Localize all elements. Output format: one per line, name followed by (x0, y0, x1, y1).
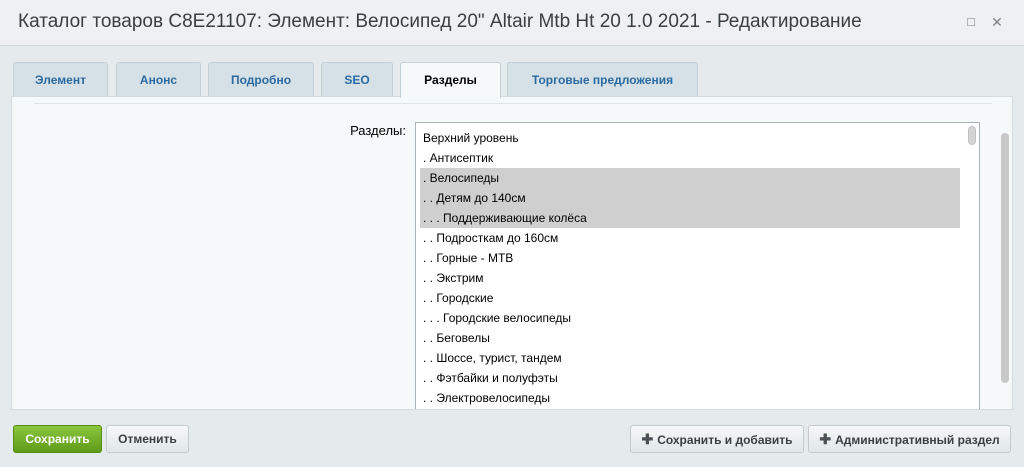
list-item[interactable]: . . Беговелы (420, 328, 960, 348)
list-item[interactable]: Верхний уровень (420, 128, 960, 148)
list-item[interactable]: . Велосипеды (420, 168, 960, 188)
window-titlebar: Каталог товаров C8E21107: Элемент: Велос… (0, 0, 1024, 46)
list-item[interactable]: . . Шоссе, турист, тандем (420, 348, 960, 368)
tab-announce[interactable]: Анонс (116, 62, 201, 97)
window-title: Каталог товаров C8E21107: Элемент: Велос… (18, 11, 862, 32)
footer-bar: Сохранить Отменить ✚ Сохранить и добавить… (0, 410, 1024, 467)
tab-seo[interactable]: SEO (321, 62, 393, 97)
save-and-add-button[interactable]: ✚ Сохранить и добавить (630, 425, 804, 453)
tab-trade-offers[interactable]: Торговые предложения (507, 62, 698, 97)
list-item[interactable]: . . Детям до 140см (420, 188, 960, 208)
admin-section-label: Административный раздел (835, 433, 1000, 447)
maximize-icon[interactable]: □ (963, 14, 979, 30)
sections-label: Разделы: (350, 123, 406, 138)
list-item[interactable]: . . Горные - MTB (420, 248, 960, 268)
list-item[interactable]: . . Фэтбайки и полуфэты (420, 368, 960, 388)
list-item[interactable]: . Антисептик (420, 148, 960, 168)
list-item[interactable]: . . Городские (420, 288, 960, 308)
save-and-add-label: Сохранить и добавить (657, 433, 793, 447)
admin-section-button[interactable]: ✚ Административный раздел (808, 425, 1011, 453)
list-item[interactable]: . . . Городские велосипеды (420, 308, 960, 328)
list-item[interactable]: . . Экстрим (420, 268, 960, 288)
listbox-scrollbar[interactable] (968, 126, 976, 145)
divider (34, 103, 992, 104)
plus-icon: ✚ (819, 431, 832, 447)
panel-scrollbar[interactable] (1001, 133, 1009, 383)
tab-sections[interactable]: Разделы (400, 62, 501, 98)
list-item[interactable]: . . Подросткам до 160см (420, 228, 960, 248)
close-icon[interactable]: ✕ (989, 14, 1005, 30)
cancel-button[interactable]: Отменить (106, 425, 189, 453)
list-item[interactable]: . . . Поддерживающие колёса (420, 208, 960, 228)
save-button[interactable]: Сохранить (13, 425, 102, 453)
tab-details[interactable]: Подробно (208, 62, 314, 97)
list-item[interactable]: . . Электровелосипеды (420, 388, 960, 408)
tab-content-panel: Разделы: Верхний уровень . Антисептик . … (11, 96, 1013, 410)
plus-icon: ✚ (641, 431, 654, 447)
sections-multiselect[interactable]: Верхний уровень . Антисептик . Велосипед… (415, 122, 980, 409)
tab-element[interactable]: Элемент (13, 62, 108, 97)
